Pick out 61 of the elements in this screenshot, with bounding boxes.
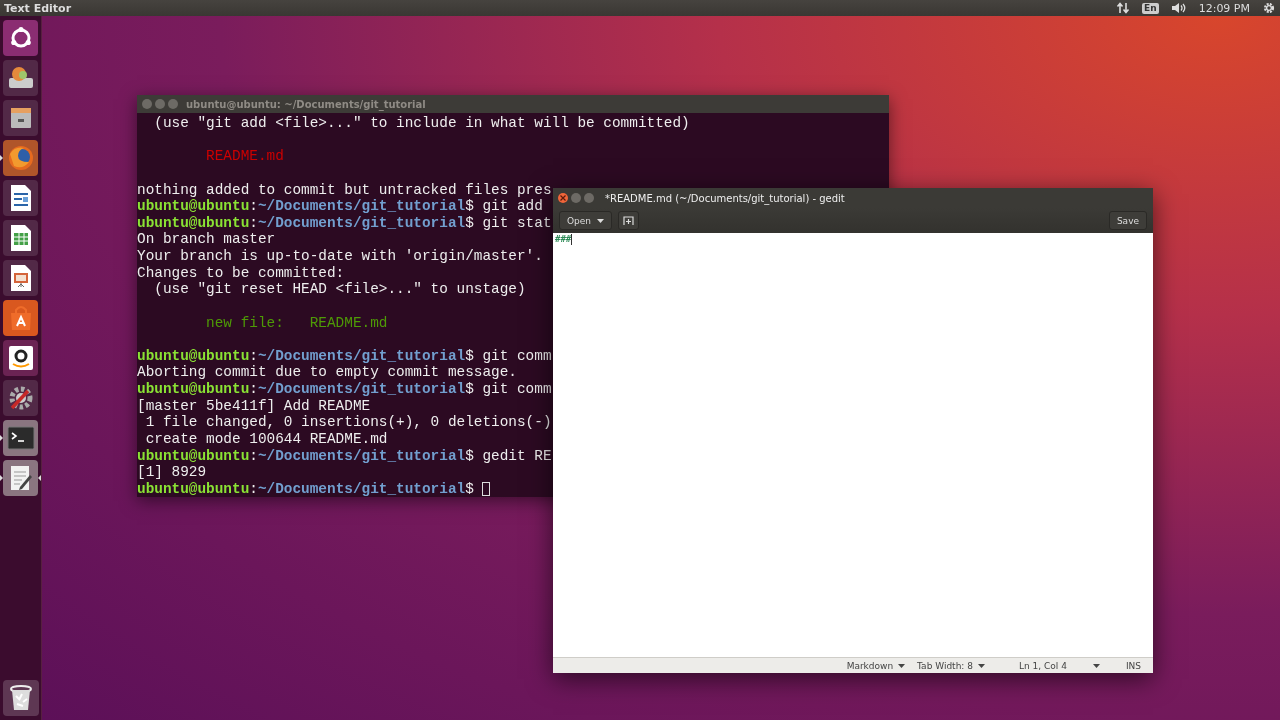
presentation-icon bbox=[8, 264, 33, 292]
shopping-icon bbox=[7, 345, 34, 371]
output-line: (use "git reset HEAD <file>..." to unstage) bbox=[153, 281, 526, 298]
launcher-button[interactable] bbox=[3, 180, 38, 216]
staged-file-line: new file: README.md bbox=[205, 314, 388, 332]
globe-icon bbox=[6, 144, 35, 172]
trash-icon bbox=[9, 684, 33, 712]
window-title: ubuntu@ubuntu: ~/Documents/git_tutorial bbox=[186, 98, 426, 110]
prompt-line: ubuntu@ubuntu:~/Documents/git_tutorial$ git add bbox=[137, 198, 543, 215]
document-icon bbox=[8, 184, 33, 212]
prompt-line: ubuntu@ubuntu:~/Documents/git_tutorial$ git comm bbox=[137, 381, 552, 398]
output-line: (use "git add <file>..." to include in what will be committed) bbox=[153, 115, 690, 132]
insert-mode: INS bbox=[1125, 660, 1141, 671]
caret-icon bbox=[597, 218, 605, 223]
caret-icon bbox=[898, 663, 906, 668]
launcher-button[interactable] bbox=[3, 260, 38, 296]
network-arrows-icon[interactable] bbox=[1116, 1, 1131, 15]
launcher-button[interactable] bbox=[3, 60, 38, 96]
terminal-icon bbox=[6, 426, 35, 450]
volume-icon[interactable] bbox=[1170, 1, 1187, 15]
prompt-line: ubuntu@ubuntu:~/Documents/git_tutorial$ gedit RE bbox=[137, 447, 552, 465]
launcher-button[interactable] bbox=[3, 460, 38, 496]
untracked-file-line: README.md bbox=[205, 148, 284, 165]
tab-width-selector[interactable]: Tab Width: 8 bbox=[911, 660, 991, 671]
output-line: create mode 100644 README.md bbox=[144, 430, 388, 448]
caret-icon bbox=[978, 663, 985, 668]
output-line: nothing added to commit but untracked files pres bbox=[137, 181, 552, 199]
output-line: Changes to be committed: bbox=[137, 264, 345, 282]
save-button[interactable]: Save bbox=[1108, 211, 1147, 230]
launcher-button[interactable] bbox=[3, 380, 38, 416]
spreadsheet-icon bbox=[8, 224, 33, 252]
keyboard-layout-indicator[interactable]: En bbox=[1142, 2, 1159, 14]
close-button[interactable] bbox=[558, 193, 568, 203]
output-line: Your branch is up-to-date with 'origin/master'. bbox=[137, 248, 543, 265]
launcher-button[interactable] bbox=[3, 680, 39, 716]
output-line: Aborting commit due to empty commit message. bbox=[137, 364, 517, 381]
launcher-button[interactable] bbox=[3, 420, 38, 456]
new-tab-icon bbox=[623, 215, 635, 226]
caret-icon bbox=[1092, 663, 1100, 668]
cursor-position-selector[interactable]: Ln 1, Col 4 bbox=[1013, 660, 1106, 671]
open-button[interactable]: Open bbox=[559, 211, 613, 230]
output-line: [1] 8929 bbox=[137, 464, 207, 481]
output-line: On branch master bbox=[137, 231, 276, 248]
prompt-line: ubuntu@ubuntu:~/Documents/git_tutorial$ git comm bbox=[137, 347, 552, 365]
drive-icon bbox=[6, 65, 35, 91]
launcher-button[interactable] bbox=[3, 100, 38, 136]
launcher-button[interactable] bbox=[3, 20, 38, 56]
text-area[interactable]: ### bbox=[553, 233, 1153, 657]
prompt-line: ubuntu@ubuntu:~/Documents/git_tutorial$ bbox=[137, 480, 474, 497]
launcher-button[interactable] bbox=[3, 220, 38, 256]
prompt-line: ubuntu@ubuntu:~/Documents/git_tutorial$ git stat bbox=[137, 214, 552, 232]
clock[interactable]: 12:09 PM bbox=[1198, 1, 1250, 15]
app-title: Text Editor bbox=[4, 1, 72, 15]
language-selector[interactable]: Markdown bbox=[840, 660, 912, 671]
new-tab-button[interactable] bbox=[618, 211, 640, 230]
document-text: ### bbox=[555, 234, 572, 244]
output-line: [master 5be411f] Add README bbox=[137, 397, 371, 415]
window-title: *README.md (~/Documents/git_tutorial) - gedit bbox=[605, 192, 845, 204]
settings-icon[interactable] bbox=[1262, 1, 1276, 15]
launcher-button[interactable] bbox=[3, 340, 38, 376]
output-line: 1 file changed, 0 insertions(+), 0 deletions(-) bbox=[144, 414, 552, 431]
